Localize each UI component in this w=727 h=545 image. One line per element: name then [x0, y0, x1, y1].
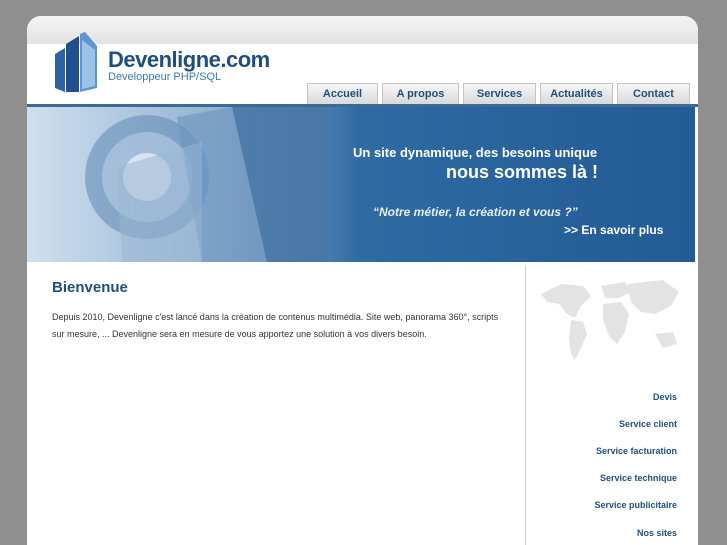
sidebar-link-service-publicitaire[interactable]: Service publicitaire [594, 500, 677, 510]
sidebar-link-service-technique[interactable]: Service technique [600, 473, 677, 483]
banner-headline: Un site dynamique, des besoins unique [353, 145, 598, 160]
page-title: Bienvenue [52, 279, 128, 296]
banner-subheadline: nous sommes là ! [446, 162, 599, 182]
world-map-icon [541, 280, 679, 360]
brand-tagline: Developpeur PHP/SQL [108, 71, 222, 83]
nav-a-propos[interactable]: A propos [382, 83, 459, 104]
page: Devenligne.com Developpeur PHP/SQL Accue… [27, 16, 698, 545]
top-bar [27, 16, 698, 44]
nav-actualites[interactable]: Actualités [540, 83, 613, 104]
nav-accueil[interactable]: Accueil [307, 83, 378, 104]
nav-services[interactable]: Services [463, 83, 536, 104]
banner-building-art [85, 107, 327, 262]
main-nav: Accueil A propos Services Actualités Con… [307, 83, 694, 104]
hero-banner [27, 107, 695, 262]
intro-text: Depuis 2010, Devenligne c'est lancé dans… [52, 312, 499, 339]
sidebar-link-nos-sites[interactable]: Nos sites [637, 528, 677, 538]
banner-quote: “Notre métier, la création et vous ?” [373, 205, 578, 219]
column-divider [525, 266, 526, 545]
banner-more-link[interactable]: >> En savoir plus [564, 223, 663, 237]
nav-contact[interactable]: Contact [617, 83, 690, 104]
sidebar-link-service-client[interactable]: Service client [619, 419, 677, 429]
sidebar-link-service-facturation[interactable]: Service facturation [596, 446, 677, 456]
logo-icon[interactable] [51, 32, 101, 92]
brand-name[interactable]: Devenligne.com [108, 49, 270, 71]
sidebar-link-devis[interactable]: Devis [653, 392, 677, 402]
